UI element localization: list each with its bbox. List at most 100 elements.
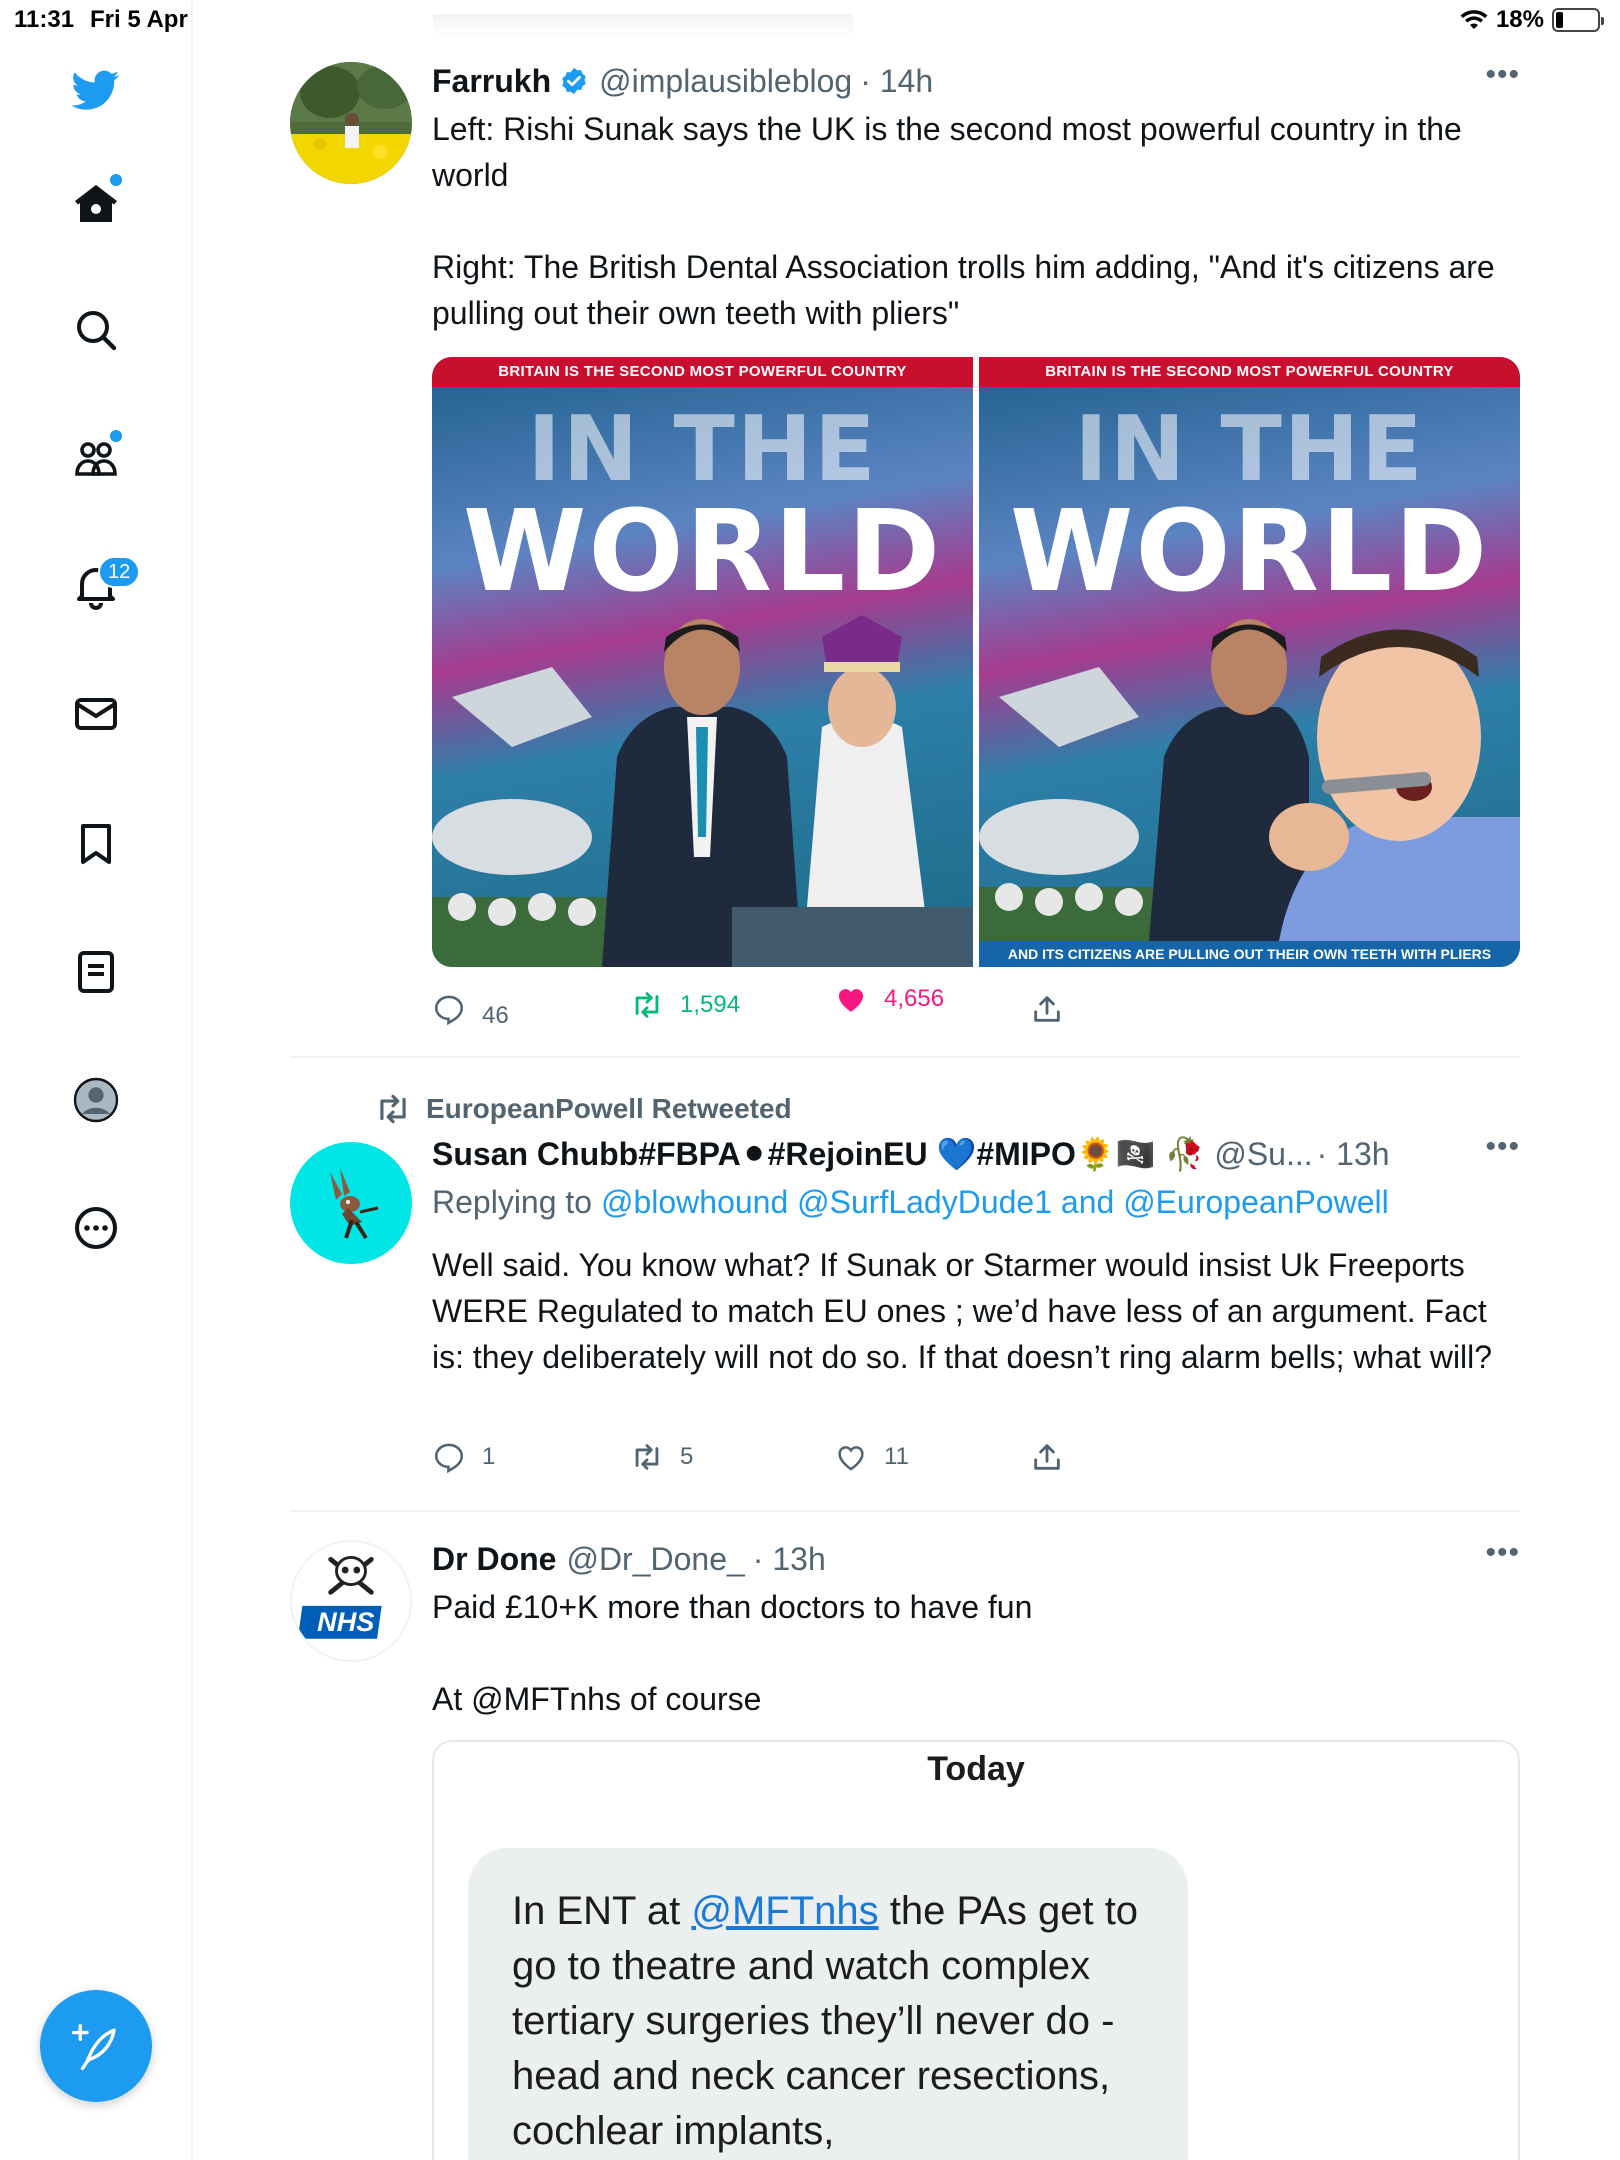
tweet-media[interactable]: BRITAIN IS THE SECOND MOST POWERFUL COUN…: [432, 357, 1520, 967]
like-count: 4,656: [884, 985, 945, 1012]
twitter-logo-icon[interactable]: [58, 52, 134, 128]
avatar-icon: [73, 1077, 119, 1123]
timestamp[interactable]: · 13h: [753, 1541, 826, 1578]
tweet-header: Dr Done @Dr_Done_ · 13h: [432, 1540, 826, 1578]
timeline: Farrukh @implausibleblog · 14h ••• Left:…: [193, 0, 1620, 2160]
handle[interactable]: @Su...: [1214, 1136, 1312, 1173]
reply-button[interactable]: 46: [432, 988, 509, 1030]
coyote-avatar-graphic: [330, 1168, 379, 1240]
display-name[interactable]: Susan Chubb#FBPA⚫#RejoinEU 💙#MIPO🌻🏴‍☠️ 🥀: [432, 1135, 1204, 1173]
explore-nav[interactable]: [58, 292, 134, 368]
tweet-actions: 46 1,594 4,656: [432, 985, 1112, 1030]
retweet-count: 5: [680, 1443, 694, 1470]
retweet-count: 1,594: [680, 991, 741, 1018]
tweet-susan-chubb[interactable]: EuropeanPowell Retweeted Susan Chubb#FBP…: [290, 1086, 1520, 1486]
envelope-icon: [75, 698, 117, 730]
tweet-more-button[interactable]: •••: [1485, 1536, 1520, 1570]
sidebar: 12: [0, 0, 193, 2160]
avatar[interactable]: [290, 1142, 412, 1264]
tweet-more-button[interactable]: •••: [1485, 1130, 1520, 1164]
collage-graphic: [979, 619, 1520, 941]
search-icon: [77, 311, 117, 351]
display-name[interactable]: Farrukh: [432, 63, 551, 100]
image-headline-2: WORLD: [1009, 487, 1490, 617]
replying-to-users[interactable]: @blowhound @SurfLadyDude1 and @EuropeanP…: [601, 1184, 1389, 1220]
cropped-retweet-context: [433, 14, 853, 38]
retweet-small-icon: [380, 1094, 406, 1124]
media-image-right[interactable]: BRITAIN IS THE SECOND MOST POWERFUL COUN…: [979, 357, 1520, 967]
profile-nav[interactable]: [58, 1062, 134, 1138]
list-icon: [78, 951, 114, 993]
share-button[interactable]: [1030, 992, 1064, 1026]
like-button[interactable]: 11: [834, 1440, 909, 1474]
tweet-divider: [290, 1510, 1520, 1512]
like-count: 11: [884, 1443, 909, 1470]
tweet-more-button[interactable]: •••: [1485, 58, 1520, 92]
display-name[interactable]: Dr Done: [432, 1541, 556, 1578]
tweet-text: Left: Rishi Sunak says the UK is the sec…: [432, 111, 1495, 331]
retweet-button[interactable]: 1,594: [630, 988, 740, 1022]
image-headline-2: WORLD: [462, 487, 943, 617]
message-bubble: In ENT at @MFTnhs the PAs get to go to t…: [468, 1848, 1188, 2160]
skull-nhs-avatar-graphic: NHS: [297, 1556, 382, 1639]
tweet-farrukh[interactable]: Farrukh @implausibleblog · 14h ••• Left:…: [290, 58, 1520, 1052]
avatar[interactable]: NHS: [290, 1540, 412, 1662]
reply-icon: [434, 995, 464, 1026]
retweet-icon: [635, 1444, 659, 1470]
avatar[interactable]: [290, 62, 412, 184]
image-banner: BRITAIN IS THE SECOND MOST POWERFUL COUN…: [979, 357, 1520, 387]
media-image-left[interactable]: BRITAIN IS THE SECOND MOST POWERFUL COUN…: [432, 357, 973, 967]
retweet-icon: [635, 992, 659, 1018]
heart-outline-icon: [838, 1446, 864, 1471]
tweet-header: Farrukh @implausibleblog · 14h: [432, 62, 933, 100]
tweet-dr-done[interactable]: NHS Dr Done @Dr_Done_ · 13h ••• Paid £10…: [290, 1536, 1520, 2160]
timestamp[interactable]: · 13h: [1317, 1136, 1390, 1173]
retweet-context-label: EuropeanPowell Retweeted: [426, 1093, 792, 1124]
nhs-logo-text: NHS: [317, 1606, 374, 1637]
share-button[interactable]: [1030, 1440, 1064, 1474]
replying-to: Replying to @blowhound @SurfLadyDude1 an…: [432, 1184, 1389, 1221]
home-icon: [75, 185, 117, 222]
verified-badge-icon: [559, 66, 589, 96]
embed-day-label: Today: [927, 1750, 1025, 1788]
reply-count: 46: [482, 1002, 509, 1029]
compose-tweet-button[interactable]: [40, 1990, 152, 2102]
reply-count: 1: [482, 1443, 496, 1470]
tweet-divider: [290, 1056, 1520, 1058]
tweet-actions: 1 5 11: [432, 1440, 1112, 1480]
replying-to-label: Replying to: [432, 1184, 593, 1220]
image-banner: BRITAIN IS THE SECOND MOST POWERFUL COUN…: [432, 357, 973, 387]
tweet-text: Well said. You know what? If Sunak or St…: [432, 1247, 1496, 1375]
retweet-button[interactable]: 5: [630, 1440, 693, 1474]
heart-filled-icon: [838, 989, 864, 1012]
handle[interactable]: @implausibleblog: [599, 63, 852, 100]
tweet-text: Paid £10+K more than doctors to have fun…: [432, 1589, 1033, 1717]
bubble-mention-link[interactable]: @MFTnhs: [691, 1889, 878, 1933]
notifications-badge: 12: [98, 556, 141, 588]
retweet-context[interactable]: EuropeanPowell Retweeted: [374, 1090, 792, 1128]
more-nav[interactable]: [58, 1190, 134, 1266]
share-icon: [1034, 996, 1060, 1022]
communities-unread-dot: [110, 430, 122, 442]
timestamp[interactable]: · 14h: [860, 63, 933, 100]
communities-nav[interactable]: [58, 420, 134, 496]
messages-nav[interactable]: [58, 676, 134, 752]
feather-plus-icon: [71, 2024, 116, 2071]
tweet-header: Susan Chubb#FBPA⚫#RejoinEU 💙#MIPO🌻🏴‍☠️ 🥀…: [432, 1134, 1390, 1174]
home-unread-dot: [110, 174, 122, 186]
bird-icon: [72, 70, 120, 110]
handle[interactable]: @Dr_Done_: [566, 1541, 744, 1578]
more-circle-icon: [75, 1207, 117, 1249]
reply-icon: [434, 1443, 464, 1474]
tweet-media[interactable]: Today In ENT at @MFTnhs the PAs get to g…: [432, 1740, 1520, 2160]
bubble-text-pre: In ENT at: [512, 1889, 692, 1933]
reply-button[interactable]: 1: [432, 1440, 495, 1474]
lists-nav[interactable]: [58, 934, 134, 1010]
bookmark-icon: [81, 824, 111, 864]
like-button[interactable]: 4,656: [834, 982, 944, 1016]
bookmarks-nav[interactable]: [58, 806, 134, 882]
share-icon: [1034, 1444, 1060, 1470]
home-nav[interactable]: [58, 166, 134, 242]
collage-graphic: [432, 615, 972, 967]
image-footer: AND ITS CITIZENS ARE PULLING OUT THEIR O…: [979, 941, 1520, 967]
